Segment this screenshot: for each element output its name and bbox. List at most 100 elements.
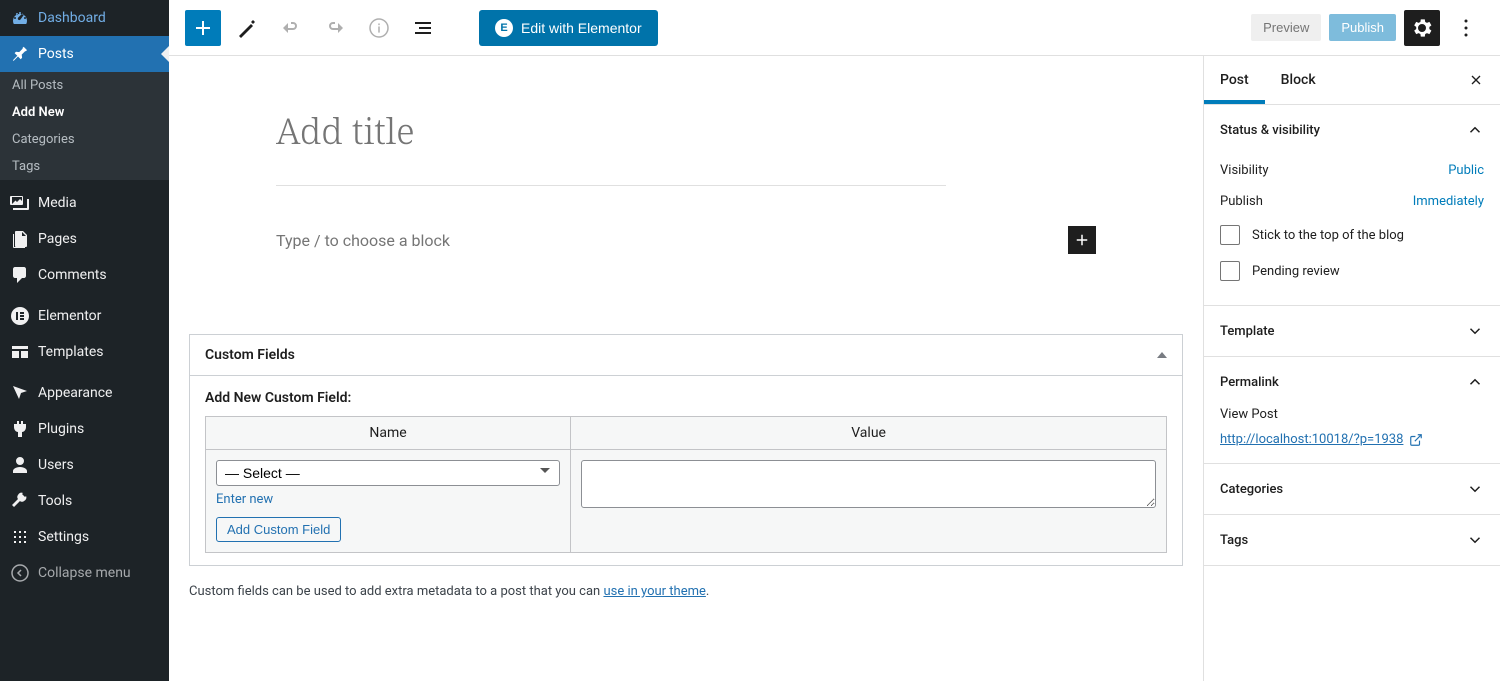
panel-tags-header[interactable]: Tags: [1204, 515, 1500, 565]
menu-pages-label: Pages: [38, 231, 77, 247]
comments-icon: [10, 265, 30, 285]
preview-button[interactable]: Preview: [1251, 14, 1321, 41]
cf-add-button[interactable]: Add Custom Field: [216, 517, 341, 542]
block-placeholder-text[interactable]: Type / to choose a block: [276, 231, 450, 250]
menu-templates-label: Templates: [38, 344, 104, 360]
permalink-url-text: http://localhost:10018/?p=1938: [1220, 432, 1403, 447]
custom-fields-toggle[interactable]: [1157, 352, 1167, 358]
menu-elementor-label: Elementor: [38, 308, 101, 324]
cf-footer-link[interactable]: use in your theme: [603, 584, 705, 599]
menu-appearance-label: Appearance: [38, 385, 112, 401]
cf-value-textarea[interactable]: [581, 460, 1156, 508]
menu-elementor[interactable]: Elementor: [0, 298, 169, 334]
panel-template-header[interactable]: Template: [1204, 306, 1500, 356]
menu-pages[interactable]: Pages: [0, 221, 169, 257]
panel-categories-label: Categories: [1220, 482, 1283, 497]
close-sidebar-button[interactable]: [1452, 56, 1500, 104]
collapse-icon: [10, 563, 30, 583]
menu-collapse-label: Collapse menu: [38, 565, 131, 581]
users-icon: [10, 455, 30, 475]
pin-icon: [10, 44, 30, 64]
dashboard-icon: [10, 8, 30, 28]
submenu-add-new[interactable]: Add New: [0, 99, 169, 126]
settings-gear-button[interactable]: [1404, 10, 1440, 46]
menu-appearance[interactable]: Appearance: [0, 375, 169, 411]
undo-button[interactable]: [273, 10, 309, 46]
editor-canvas: Type / to choose a block Custom Fields A…: [169, 56, 1203, 681]
submenu-all-posts[interactable]: All Posts: [0, 72, 169, 99]
info-button[interactable]: [361, 10, 397, 46]
menu-dashboard-label: Dashboard: [38, 10, 106, 26]
submenu-categories[interactable]: Categories: [0, 126, 169, 153]
visibility-label: Visibility: [1220, 163, 1269, 178]
menu-posts[interactable]: Posts: [0, 36, 169, 72]
post-title-input[interactable]: [276, 96, 946, 185]
plugins-icon: [10, 419, 30, 439]
panel-status-visibility-header[interactable]: Status & visibility: [1204, 105, 1500, 155]
elementor-icon: [10, 306, 30, 326]
menu-users[interactable]: Users: [0, 447, 169, 483]
tools-button[interactable]: [229, 10, 265, 46]
settings-icon: [10, 527, 30, 547]
media-icon: [10, 193, 30, 213]
more-options-button[interactable]: [1448, 10, 1484, 46]
cf-th-value: Value: [571, 417, 1167, 450]
publish-value[interactable]: Immediately: [1413, 194, 1484, 209]
cf-name-select[interactable]: — Select —: [216, 460, 560, 486]
appearance-icon: [10, 383, 30, 403]
inline-add-block-button[interactable]: [1068, 226, 1096, 254]
stick-checkbox[interactable]: [1220, 225, 1240, 245]
chevron-up-icon: [1466, 121, 1484, 139]
menu-posts-label: Posts: [38, 46, 74, 62]
admin-sidebar: Dashboard Posts All Posts Add New Catego…: [0, 0, 169, 681]
cf-footer-suffix: .: [706, 584, 709, 599]
cf-add-new-label: Add New Custom Field:: [205, 390, 1167, 406]
menu-settings[interactable]: Settings: [0, 519, 169, 555]
templates-icon: [10, 342, 30, 362]
menu-media-label: Media: [38, 195, 77, 211]
publish-button[interactable]: Publish: [1329, 14, 1396, 41]
menu-tools-label: Tools: [38, 493, 72, 509]
pending-label: Pending review: [1252, 264, 1340, 279]
submenu-tags[interactable]: Tags: [0, 153, 169, 180]
menu-tools[interactable]: Tools: [0, 483, 169, 519]
custom-fields-metabox: Custom Fields Add New Custom Field: Name…: [189, 334, 1183, 599]
submenu-posts: All Posts Add New Categories Tags: [0, 72, 169, 180]
tab-block[interactable]: Block: [1265, 56, 1332, 104]
visibility-value[interactable]: Public: [1448, 163, 1484, 178]
menu-users-label: Users: [38, 457, 74, 473]
menu-media[interactable]: Media: [0, 185, 169, 221]
menu-collapse[interactable]: Collapse menu: [0, 555, 169, 591]
menu-dashboard[interactable]: Dashboard: [0, 0, 169, 36]
external-link-icon: [1409, 433, 1423, 447]
tab-post[interactable]: Post: [1204, 56, 1265, 104]
panel-status-visibility-label: Status & visibility: [1220, 123, 1320, 138]
permalink-url[interactable]: http://localhost:10018/?p=1938: [1220, 432, 1484, 447]
panel-permalink-header[interactable]: Permalink: [1204, 357, 1500, 407]
menu-templates[interactable]: Templates: [0, 334, 169, 370]
menu-plugins[interactable]: Plugins: [0, 411, 169, 447]
tools-icon: [10, 491, 30, 511]
panel-tags-label: Tags: [1220, 533, 1248, 548]
elementor-badge-icon: E: [495, 19, 513, 37]
settings-sidebar: Post Block Status & visibility Visibilit…: [1203, 56, 1500, 681]
panel-template-label: Template: [1220, 324, 1275, 339]
chevron-down-icon: [1466, 322, 1484, 340]
menu-settings-label: Settings: [38, 529, 89, 545]
outline-button[interactable]: [405, 10, 441, 46]
redo-button[interactable]: [317, 10, 353, 46]
edit-with-elementor-button[interactable]: E Edit with Elementor: [479, 10, 658, 46]
chevron-down-icon: [1466, 480, 1484, 498]
chevron-down-icon: [1466, 531, 1484, 549]
panel-categories-header[interactable]: Categories: [1204, 464, 1500, 514]
menu-plugins-label: Plugins: [38, 421, 84, 437]
pending-checkbox[interactable]: [1220, 261, 1240, 281]
cf-enter-new-link[interactable]: Enter new: [216, 492, 273, 507]
menu-comments[interactable]: Comments: [0, 257, 169, 293]
custom-fields-title: Custom Fields: [205, 347, 295, 363]
add-block-button[interactable]: [185, 10, 221, 46]
stick-label: Stick to the top of the blog: [1252, 228, 1404, 243]
cf-footer-prefix: Custom fields can be used to add extra m…: [189, 584, 603, 599]
chevron-up-icon: [1466, 373, 1484, 391]
publish-label: Publish: [1220, 194, 1263, 209]
